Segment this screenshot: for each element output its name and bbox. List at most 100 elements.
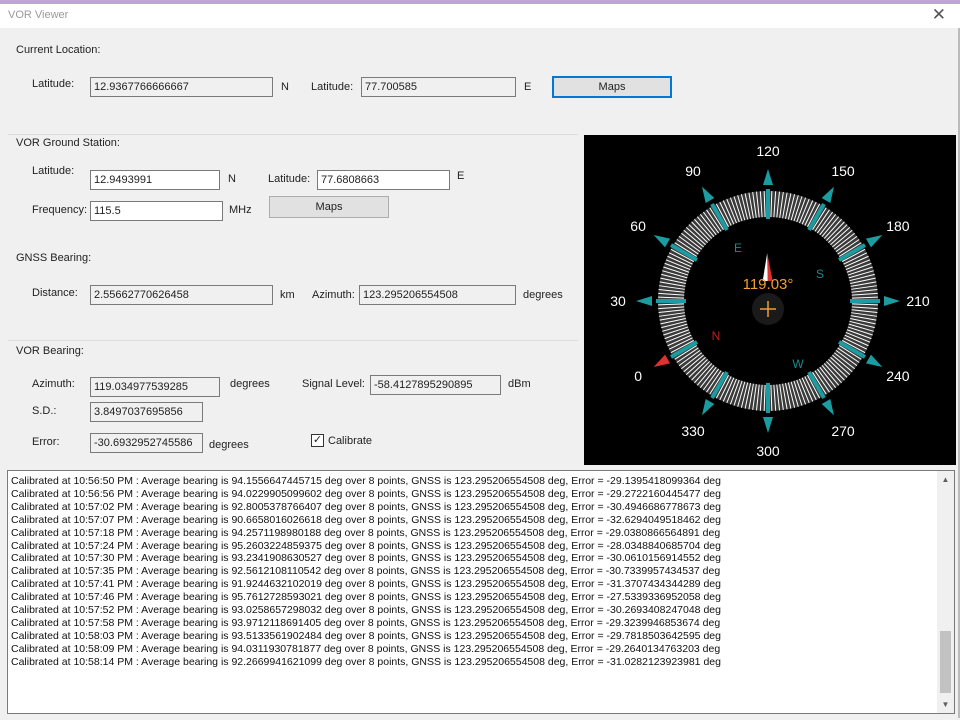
error-label: Error: [32,436,60,448]
vor-bearing-group: VOR Bearing: Azimuth: 119.0349775392​85 … [8,340,578,491]
log-line: Calibrated at 10:57:18 PM : Average bear… [11,526,721,539]
compass-pointer [884,296,900,306]
log-scrollbar[interactable]: ▲ ▼ [937,471,954,713]
log-line: Calibrated at 10:58:14 PM : Average bear… [11,655,721,668]
compass-pointer [702,398,715,416]
log-line: Calibrated at 10:58:03 PM : Average bear… [11,629,721,642]
main-window: Current Location: Latitude: 12.936776666… [0,28,960,718]
compass-cardinal-n: N [712,329,721,343]
log-line: Calibrated at 10:57:58 PM : Average bear… [11,616,721,629]
compass-pointer [636,296,652,306]
log-line: Calibrated at 10:57:52 PM : Average bear… [11,604,721,617]
group-label: GNSS Bearing: [16,252,92,264]
compass-tick-label: 210 [906,293,930,309]
log-line: Calibrated at 10:57:24 PM : Average bear… [11,539,721,552]
compass-pointer [865,235,883,248]
compass-pointer [821,398,834,416]
error-unit: degrees [209,439,249,451]
log-line: Calibrated at 10:56:56 PM : Average bear… [11,487,721,500]
frequency-field[interactable]: 115.5 [90,201,223,221]
log-line: Calibrated at 10:57:41 PM : Average bear… [11,578,721,591]
compass-pointer [653,354,671,367]
compass-tick-label: 240 [886,368,910,384]
log-line: Calibrated at 10:58:09 PM : Average bear… [11,642,721,655]
current-latitude-field[interactable]: 12.9367766666667 [90,77,273,97]
vor-latitude-field[interactable]: 12.9493991 [90,170,220,190]
distance-label: Distance: [32,287,78,299]
compass-rose: 0 30 60 90 120 150 180 210 240 270 300 330 N E S W 119.0… [610,143,930,459]
bearing-readout: 119.03° [743,276,794,293]
close-icon[interactable]: ✕ [932,5,946,25]
window-title: VOR Viewer [8,9,69,21]
latitude-hemisphere: N [228,173,236,185]
compass-pointer [763,169,773,185]
azimuth-unit: degrees [523,289,563,301]
compass-tick-label: 180 [886,218,910,234]
current-longitude-field[interactable]: 77.700585 [361,77,516,97]
compass-panel: 0 30 60 90 120 150 180 210 240 270 300 330 N E S W 119.0… [584,135,956,465]
calibrate-label: Calibrate [328,435,373,447]
compass-tick-label: 300 [756,443,780,459]
log-line: Calibrated at 10:57:30 PM : Average bear… [11,552,721,565]
compass-pointer [865,354,883,367]
frequency-unit: MHz [229,204,252,216]
compass-cardinal-e: E [734,241,742,255]
compass-tick-label: 120 [756,143,780,159]
compass-pointer [821,186,834,204]
calibration-log[interactable]: Calibrated at 10:56:50 PM : Average bear… [7,470,955,714]
azimuth-label: Azimuth: [312,289,355,301]
group-label: Current Location: [16,44,101,56]
latitude-hemisphere: N [281,81,289,93]
vor-longitude-field[interactable]: 77.6808663 [317,170,450,190]
current-location-group: Current Location: Latitude: 12.936776666… [8,40,954,110]
scroll-down-icon[interactable]: ▼ [937,696,954,713]
gnss-azimuth-field[interactable]: 123.295206554508 [359,285,516,305]
current-maps-button[interactable]: Maps [552,76,672,98]
longitude-hemisphere: E [524,81,532,93]
compass-tick-label: 30 [610,293,626,309]
longitude-label: Latitude: [311,81,354,93]
longitude-label: Latitude: [268,173,311,185]
sd-label: S.D.: [32,405,57,417]
group-label: VOR Bearing: [16,345,84,357]
compass-cardinal-s: S [816,267,824,281]
scroll-thumb[interactable] [940,631,951,693]
compass-tick-label: 330 [681,423,705,439]
group-label: VOR Ground Station: [16,137,120,149]
signal-level-unit: dBm [508,378,531,390]
frequency-label: Frequency: [32,204,88,216]
compass-pointer [653,235,671,248]
latitude-label: Latitude: [32,78,75,90]
compass-pointer [702,186,715,204]
compass-tick-label: 0 [634,368,642,384]
longitude-hemisphere: E [457,170,465,182]
vor-maps-button[interactable]: Maps [269,196,389,218]
log-lines: Calibrated at 10:56:50 PM : Average bear… [11,475,931,669]
title-bar: VOR Viewer ✕ [0,0,960,28]
distance-unit: km [280,289,295,301]
vor-azimuth-field[interactable]: 119.0349775392​85 [90,377,220,397]
compass-tick-label: 60 [630,218,646,234]
error-field[interactable]: -30.6932952745586 [90,433,203,453]
log-line: Calibrated at 10:57:35 PM : Average bear… [11,565,721,578]
compass-cardinal-w: W [792,357,804,371]
log-line: Calibrated at 10:57:02 PM : Average bear… [11,500,721,513]
compass-tick-label: 270 [831,423,855,439]
gnss-bearing-group: GNSS Bearing: Distance: 2.55662770626458… [8,244,578,344]
compass-tick-label: 90 [685,163,701,179]
compass-tick-label: 150 [831,163,855,179]
distance-field[interactable]: 2.55662770626458 [90,285,273,305]
signal-level-field[interactable]: -58.4127895290895 [370,375,501,395]
calibrate-checkbox[interactable]: ✓ [311,434,324,447]
azimuth-label: Azimuth: [32,378,75,390]
azimuth-unit: degrees [230,378,270,390]
scroll-up-icon[interactable]: ▲ [937,471,954,488]
log-line: Calibrated at 10:57:46 PM : Average bear… [11,591,721,604]
latitude-label: Latitude: [32,165,75,177]
log-line: Calibrated at 10:57:07 PM : Average bear… [11,513,721,526]
sd-field[interactable]: 3.8497037695856 [90,402,203,422]
compass-pointer [763,417,773,433]
signal-level-label: Signal Level: [302,378,365,390]
log-line: Calibrated at 10:56:50 PM : Average bear… [11,475,721,487]
vor-station-group: VOR Ground Station: Latitude: 12.9493991… [8,134,578,245]
